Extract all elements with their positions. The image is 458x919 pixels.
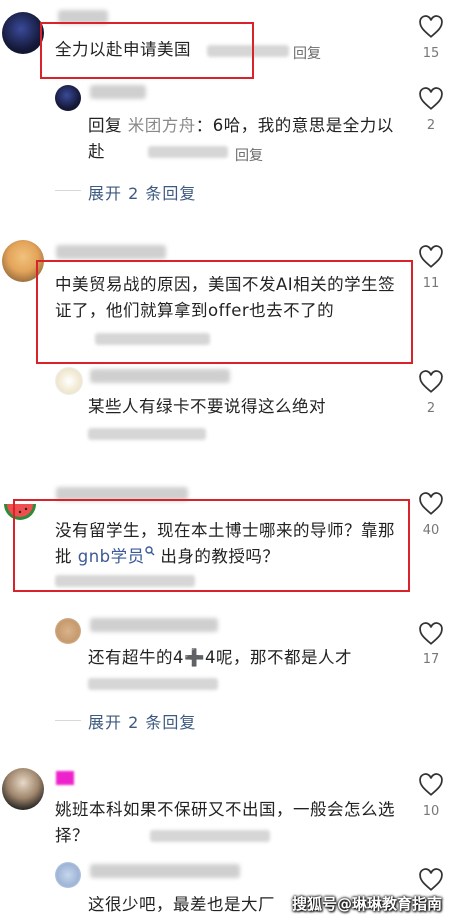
mention[interactable]: 米团方舟 — [128, 116, 196, 135]
avatar[interactable] — [55, 618, 81, 644]
comment-meta-blurred — [150, 830, 270, 842]
like-count: 2 — [426, 118, 436, 133]
avatar[interactable] — [55, 862, 81, 888]
avatar[interactable] — [2, 768, 44, 810]
like-heart-icon[interactable] — [418, 245, 444, 269]
avatar[interactable] — [55, 85, 81, 111]
reply-button[interactable]: 回复 — [235, 145, 263, 165]
like-heart-icon[interactable] — [418, 15, 444, 39]
reply-button[interactable]: 回复 — [293, 43, 321, 63]
watermark: 搜狐号@琳琳教育指南 — [292, 895, 443, 913]
like-count: 17 — [422, 652, 440, 667]
highlight-box — [36, 260, 413, 364]
username-pink-badge[interactable] — [56, 771, 74, 785]
like-count: 11 — [422, 276, 440, 291]
like-heart-icon[interactable] — [418, 492, 444, 516]
username-blurred[interactable] — [90, 85, 146, 99]
reply-prefix: 回复 — [88, 116, 122, 135]
expand-replies-button[interactable]: 展开 2 条回复 — [88, 180, 196, 204]
divider — [55, 720, 81, 721]
avatar[interactable] — [55, 367, 83, 395]
divider — [55, 190, 81, 191]
like-heart-icon[interactable] — [418, 370, 444, 394]
username-blurred[interactable] — [90, 369, 230, 383]
comment-meta-blurred — [88, 428, 206, 440]
username-blurred[interactable] — [90, 618, 218, 632]
like-heart-icon[interactable] — [418, 622, 444, 646]
like-count: 40 — [422, 523, 440, 538]
like-heart-icon[interactable] — [418, 87, 444, 111]
reply-text: 还有超牛的4➕4呢，那不都是人才 — [88, 648, 353, 667]
username-blurred[interactable] — [90, 864, 240, 878]
highlight-box — [13, 499, 410, 592]
username-blurred[interactable] — [56, 245, 166, 259]
highlight-box — [40, 22, 254, 79]
avatar[interactable] — [2, 12, 44, 54]
like-count: 15 — [422, 46, 440, 61]
like-count: 10 — [422, 804, 440, 819]
reply-text: 这很少吧，最差也是大厂 — [88, 895, 275, 914]
comment-meta-blurred — [88, 678, 218, 690]
like-heart-icon[interactable] — [418, 868, 444, 892]
comment-meta-blurred — [148, 146, 228, 158]
like-count: 2 — [426, 401, 436, 416]
reply-text: 某些人有绿卡不要说得这么绝对 — [88, 397, 326, 416]
expand-replies-button[interactable]: 展开 2 条回复 — [88, 709, 196, 733]
like-heart-icon[interactable] — [418, 773, 444, 797]
